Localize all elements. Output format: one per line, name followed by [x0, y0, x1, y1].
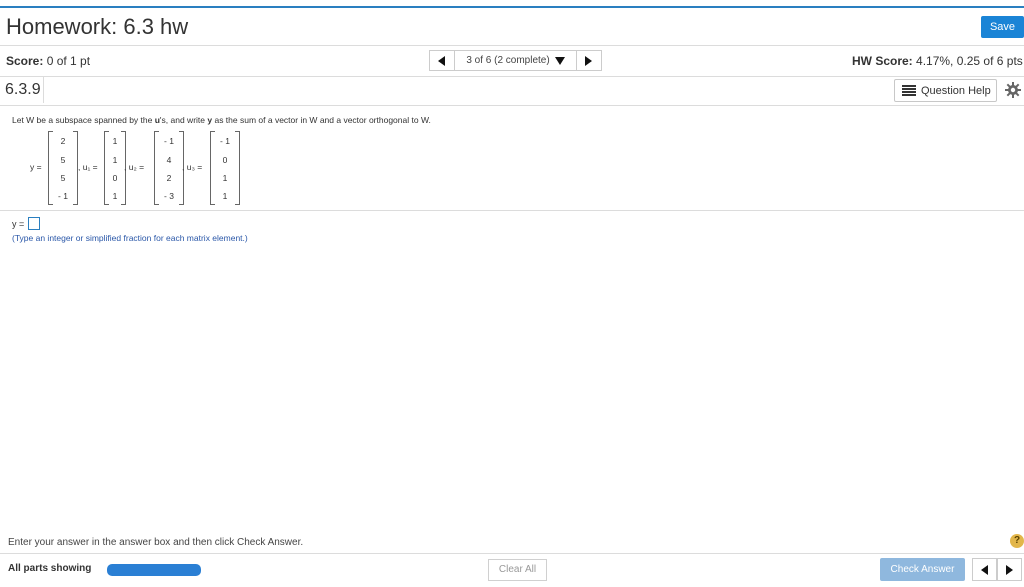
gear-icon: [1005, 82, 1021, 98]
triangle-right-icon: [1005, 564, 1013, 575]
page-title: Homework: 6.3 hw: [6, 14, 189, 39]
question-number: 6.3.9: [5, 81, 41, 98]
vector-y-matrix: 2 5 5 - 1: [48, 131, 78, 205]
parts-progress-bar: [107, 564, 201, 576]
matrix-cell: 1: [222, 173, 228, 183]
score-value: 0 of 1 pt: [46, 54, 91, 68]
list-icon: [902, 85, 916, 96]
vector-label-u2: , u₂ =: [124, 162, 145, 172]
divider: [0, 553, 1024, 554]
triangle-left-icon: [980, 564, 988, 575]
prompt-text: Let W be a subspace spanned by the: [12, 115, 155, 125]
problem-prompt: Let W be a subspace spanned by the u's, …: [12, 115, 431, 125]
matrix-cell: 1: [112, 155, 118, 165]
question-help-button[interactable]: Question Help: [894, 79, 997, 102]
hw-score-value: 4.17%, 0.25 of 6 pts: [916, 54, 1023, 68]
hw-score-label: HW Score:: [852, 54, 913, 68]
hw-score: HW Score: 4.17%, 0.25 of 6 pts: [852, 54, 1023, 68]
matrix-cell: 1: [112, 136, 118, 146]
prompt-text: 's, and write: [159, 115, 208, 125]
matrix-cell: 4: [166, 155, 172, 165]
triangle-left-icon: [438, 55, 445, 66]
vector-u2-matrix: - 1 4 2 - 3: [154, 131, 184, 205]
matrix-cell: - 3: [164, 191, 174, 201]
vector-label-u1: , u₁ =: [78, 162, 98, 172]
score-label: Score:: [6, 54, 44, 68]
previous-button[interactable]: [972, 558, 997, 581]
matrix-cell: - 1: [164, 136, 174, 146]
parts-showing-label: All parts showing: [8, 563, 92, 574]
matrix-cell: 5: [60, 155, 66, 165]
matrix-cell: 0: [112, 173, 118, 183]
matrix-cell: 2: [60, 136, 66, 146]
matrix-cell: 5: [60, 173, 66, 183]
save-button[interactable]: Save: [981, 16, 1024, 38]
vector-label-y: y =: [30, 162, 42, 172]
previous-question-button[interactable]: [429, 50, 455, 71]
matrix-cell: - 1: [220, 136, 230, 146]
clear-all-button[interactable]: Clear All: [488, 559, 547, 581]
matrix-cell: 0: [222, 155, 228, 165]
divider: [0, 105, 1024, 106]
bottom-navigator: [972, 558, 1022, 581]
score: Score: 0 of 1 pt: [6, 54, 90, 68]
help-question-icon[interactable]: ?: [1010, 534, 1024, 548]
divider: [0, 45, 1024, 46]
vector-u1-matrix: 1 1 0 1: [104, 131, 126, 205]
check-answer-button[interactable]: Check Answer: [880, 558, 965, 581]
prompt-text: as the sum of a vector in W and a vector…: [212, 115, 431, 125]
answer-label: y =: [12, 219, 25, 229]
vector-u3-matrix: - 1 0 1 1: [210, 131, 240, 205]
divider: [0, 210, 1024, 211]
next-button[interactable]: [997, 558, 1022, 581]
matrix-cell: 1: [112, 191, 118, 201]
instruction-message: Enter your answer in the answer box and …: [8, 537, 304, 548]
triangle-right-icon: [585, 55, 592, 66]
question-select-dropdown[interactable]: 3 of 6 (2 complete): [455, 50, 576, 71]
answer-input-box[interactable]: [28, 217, 40, 230]
question-navigator: 3 of 6 (2 complete): [429, 50, 602, 71]
top-accent-line: [0, 6, 1024, 8]
triangle-down-icon: [554, 56, 565, 65]
next-question-button[interactable]: [576, 50, 602, 71]
question-help-label: Question Help: [921, 84, 991, 97]
settings-gear-button[interactable]: [1005, 82, 1021, 103]
matrix-cell: 1: [222, 191, 228, 201]
vector-label-u3: , u₃ =: [182, 162, 203, 172]
matrix-cell: 2: [166, 173, 172, 183]
question-select-text: 3 of 6 (2 complete): [466, 55, 550, 66]
divider: [0, 76, 1024, 77]
answer-hint: (Type an integer or simplified fraction …: [12, 233, 248, 243]
matrix-cell: - 1: [58, 191, 68, 201]
